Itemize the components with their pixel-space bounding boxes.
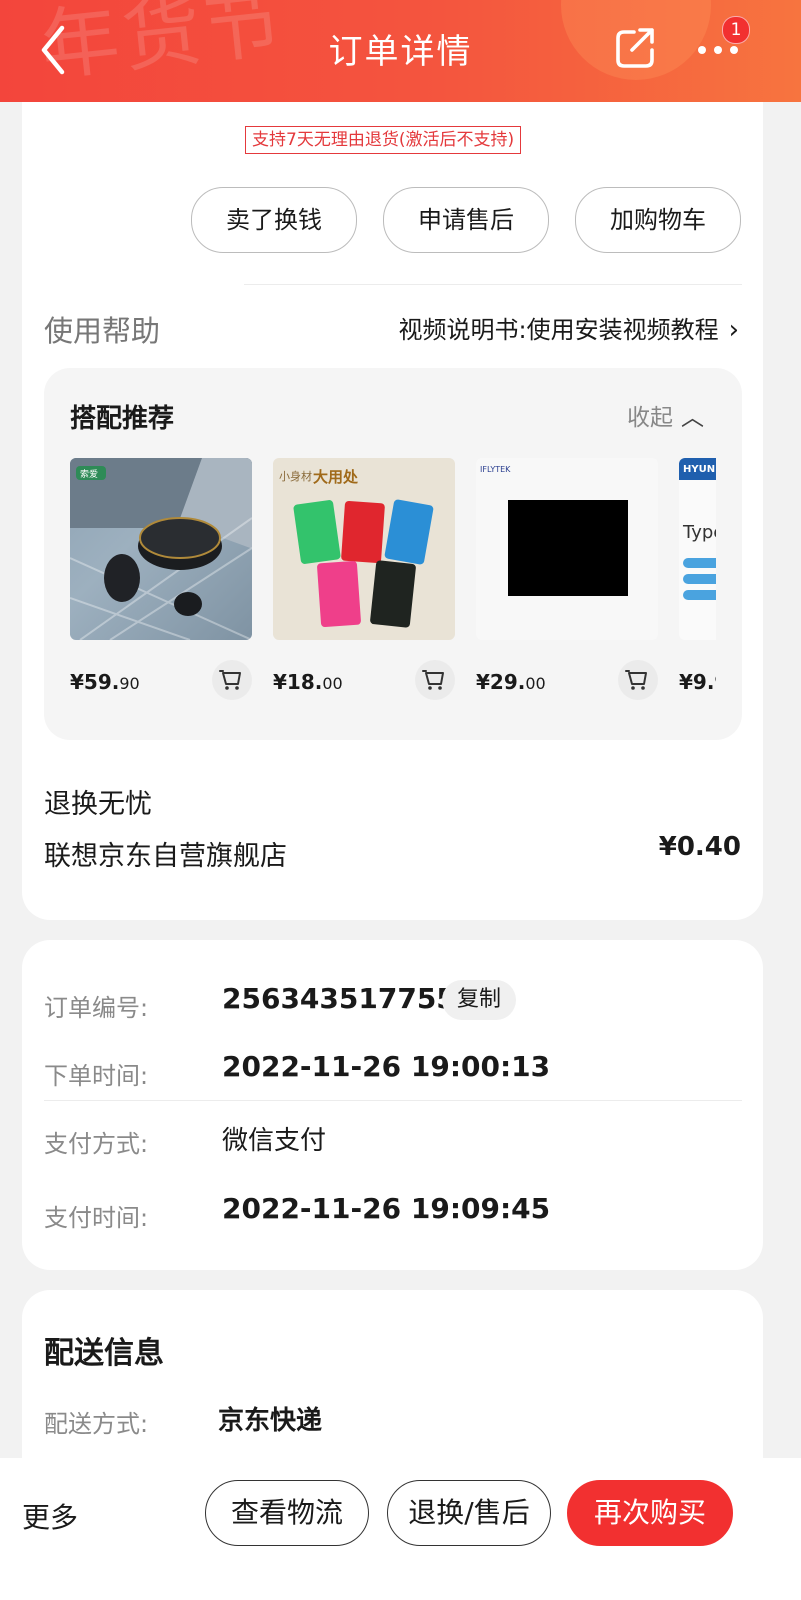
buy-again-button[interactable]: 再次购买 [567, 1480, 733, 1546]
payment-method-value: 微信支付 [222, 1126, 327, 1156]
notification-badge: 1 [722, 16, 750, 44]
phone-stands-photo: 小身材 大用处 [273, 458, 455, 640]
svg-text:大用处: 大用处 [313, 468, 359, 486]
order-product-card: 支持7天无理由退货(激活后不支持) 卖了换钱 申请售后 加购物车 使用帮助 视频… [22, 102, 763, 920]
video-manual-text: 视频说明书:使用安装视频教程 [398, 316, 719, 344]
recommended-product[interactable]: IFLYTEK ¥29.00 [476, 458, 658, 718]
recommended-product[interactable]: 小身材 大用处 ¥18.00 [273, 458, 455, 718]
divider [44, 1100, 742, 1101]
copy-order-number-button[interactable]: 复制 [442, 980, 516, 1020]
payment-method-label: 支付方式: [44, 1130, 149, 1158]
earbuds-photo: 索爱 [70, 458, 252, 640]
share-button[interactable] [612, 24, 660, 72]
help-label: 使用帮助 [44, 314, 161, 348]
svg-text:小身材: 小身材 [279, 469, 312, 483]
delivery-method-label: 配送方式: [44, 1410, 149, 1438]
page-title: 订单详情 [328, 32, 473, 72]
video-manual-link[interactable]: 视频说明书:使用安装视频教程 › [399, 310, 740, 345]
recommendation-title: 搭配推荐 [70, 404, 175, 434]
svg-text:索爱: 索爱 [80, 468, 98, 480]
ifly-product-photo: IFLYTEK [476, 458, 658, 640]
order-info-card: 订单编号: 256343517755 复制 下单时间: 2022-11-26 1… [22, 940, 763, 1270]
chevron-up-icon: ︿ [681, 405, 704, 431]
recommendation-list[interactable]: 索爱 ¥59.90 小身材 大用处 ¥18.00 IFLYTEK ¥29.00 … [70, 458, 716, 718]
delivery-method-value: 京东快递 [218, 1406, 323, 1436]
share-icon [616, 28, 654, 68]
return-guarantee-label: 退换无忧 [44, 789, 152, 820]
add-to-cart-button[interactable]: 加购物车 [575, 187, 741, 253]
payment-time-value: 2022-11-26 19:09:45 [222, 1192, 551, 1225]
payment-time-label: 支付时间: [44, 1204, 149, 1232]
svg-text:IFLYTEK: IFLYTEK [480, 465, 511, 474]
bottom-action-bar: 更多 查看物流 退换/售后 再次购买 [0, 1458, 801, 1600]
delivery-title: 配送信息 [44, 1336, 164, 1371]
order-time-value: 2022-11-26 19:00:13 [222, 1050, 551, 1083]
product-price: ¥9.9 [679, 670, 716, 694]
top-navigation-bar: 年货节 订单详情 1 [0, 0, 801, 102]
add-to-cart-icon-button[interactable] [618, 660, 658, 700]
product-price: ¥59.90 [70, 670, 140, 694]
order-time-label: 下单时间: [44, 1062, 149, 1090]
hyundai-adapter-photo: HYUNDAI Type [679, 458, 716, 640]
more-actions-button[interactable]: 更多 [22, 1496, 78, 1536]
recommended-product[interactable]: 索爱 ¥59.90 [70, 458, 252, 718]
add-to-cart-icon-button[interactable] [212, 660, 252, 700]
product-price: ¥29.00 [476, 670, 546, 694]
collapse-toggle[interactable]: 收起 ︿ [627, 398, 704, 432]
chevron-right-icon: › [728, 315, 739, 345]
order-number-value: 256343517755 [222, 982, 456, 1015]
store-price: ¥0.40 [658, 832, 741, 862]
order-number-label: 订单编号: [44, 994, 149, 1022]
view-logistics-button[interactable]: 查看物流 [205, 1480, 369, 1546]
recommended-product[interactable]: HYUNDAI Type ¥9.9 [679, 458, 716, 718]
svg-text:Type: Type [682, 522, 716, 543]
sell-for-cash-button[interactable]: 卖了换钱 [191, 187, 357, 253]
cart-icon [219, 670, 241, 690]
collapse-label: 收起 [627, 405, 673, 431]
cart-icon [422, 670, 444, 690]
product-price: ¥18.00 [273, 670, 343, 694]
recommendation-panel: 搭配推荐 收起 ︿ 索爱 ¥59.90 小身材 大用处 ¥18.00 IFLYT… [44, 368, 742, 740]
store-name: 联想京东自营旗舰店 [44, 841, 287, 872]
return-after-sale-button[interactable]: 退换/售后 [387, 1480, 551, 1546]
svg-text:HYUNDAI: HYUNDAI [683, 464, 716, 475]
cart-icon [625, 670, 647, 690]
divider [244, 284, 742, 285]
apply-after-sale-button[interactable]: 申请售后 [383, 187, 549, 253]
add-to-cart-icon-button[interactable] [415, 660, 455, 700]
return-policy-tag: 支持7天无理由退货(激活后不支持) [245, 126, 522, 154]
